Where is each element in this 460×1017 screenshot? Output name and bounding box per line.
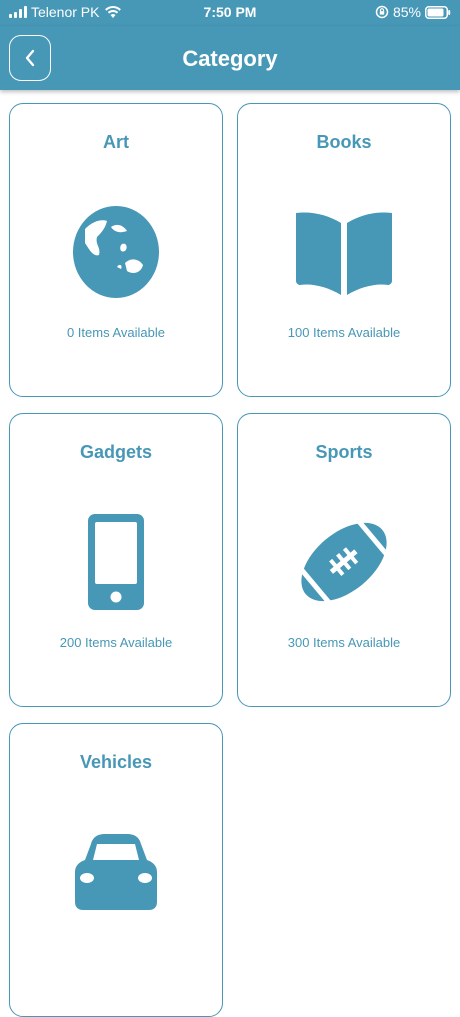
category-card-vehicles[interactable]: Vehicles: [9, 723, 223, 1017]
orientation-lock-icon: [375, 5, 389, 19]
category-title: Gadgets: [79, 442, 153, 462]
category-count: 300 Items Available: [287, 635, 401, 650]
category-title: Art: [103, 132, 129, 152]
category-title: Sports: [315, 442, 373, 462]
battery-label: 85%: [392, 4, 421, 20]
status-right: 85%: [375, 4, 451, 20]
book-icon: [296, 212, 392, 295]
category-count: 0 Items Available: [66, 325, 166, 340]
phone-icon: [88, 514, 144, 610]
battery-icon: [425, 5, 451, 19]
app-header: Category: [0, 26, 460, 90]
category-card-sports[interactable]: Sports 300 Items Available: [237, 413, 451, 707]
car-icon: [75, 834, 157, 910]
category-card-gadgets[interactable]: Gadgets 200 Items Available: [9, 413, 223, 707]
category-count: 200 Items Available: [59, 635, 173, 650]
football-icon: [298, 513, 390, 611]
page-title: Category: [182, 46, 278, 71]
category-card-books[interactable]: Books 100 Items Available: [237, 103, 451, 397]
category-count: 100 Items Available: [287, 325, 401, 340]
category-card-art[interactable]: Art 0 Items Available: [9, 103, 223, 397]
category-title: Books: [316, 132, 372, 152]
globe-icon: [73, 206, 159, 298]
status-bar: Telenor PK 7:50 PM 85%: [0, 0, 460, 26]
category-title: Vehicles: [79, 752, 153, 772]
